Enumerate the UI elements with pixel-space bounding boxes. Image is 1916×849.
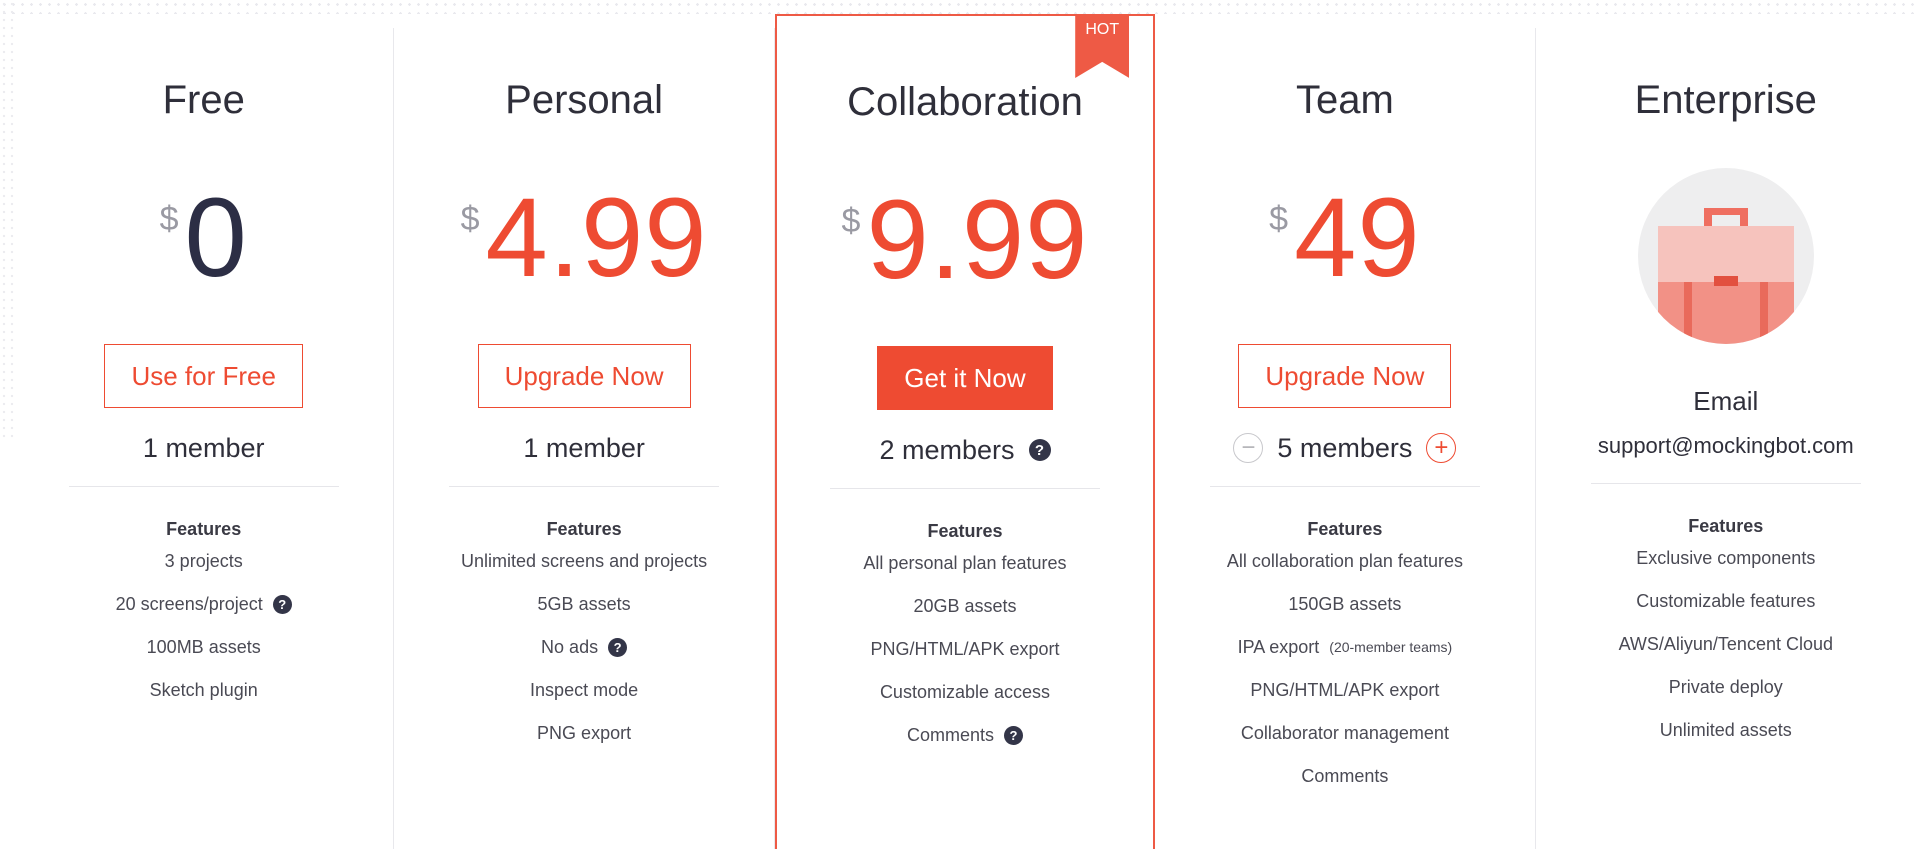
feature-list: Exclusive components Customizable featur…: [1619, 537, 1833, 752]
feature-item: Customizable access: [879, 682, 1051, 702]
features-title: Features: [1307, 519, 1383, 539]
member-count: 1 member: [143, 428, 265, 468]
upgrade-now-button[interactable]: Upgrade Now: [477, 344, 691, 408]
divider: [829, 488, 1100, 489]
get-it-now-button[interactable]: Get it Now: [877, 346, 1053, 410]
feature-item: Private deploy: [1668, 677, 1783, 697]
features-title: Features: [166, 519, 242, 539]
feature-item: Sketch plugin: [149, 680, 258, 700]
question-circle-icon[interactable]: ?: [1004, 726, 1023, 745]
feature-note: (20-member teams): [1329, 639, 1453, 655]
member-count-label: 2 members: [879, 434, 1015, 465]
plan-name: Enterprise: [1634, 78, 1817, 122]
divider: [1209, 486, 1480, 487]
features-title: Features: [1688, 516, 1764, 536]
member-stepper: − 5 members +: [1233, 428, 1457, 468]
use-for-free-button[interactable]: Use for Free: [104, 344, 303, 408]
feature-item: Comments?: [863, 714, 1066, 757]
plan-name: Collaboration: [847, 80, 1083, 124]
feature-item: Customizable features: [1636, 591, 1816, 611]
email-label: Email: [1693, 386, 1759, 416]
feature-item: 150GB assets: [1288, 594, 1402, 614]
feature-item: Unlimited screens and projects: [461, 551, 708, 571]
plan-collaboration: HOT Collaboration $ 9.99 Get it Now 2 me…: [774, 14, 1156, 849]
feature-item: Comments: [1301, 766, 1389, 786]
feature-item: 20GB assets: [913, 596, 1017, 616]
divider: [449, 486, 720, 487]
features-title: Features: [546, 519, 622, 539]
member-count-label: 5 members: [1277, 432, 1413, 463]
question-circle-icon[interactable]: ?: [1028, 439, 1051, 461]
plan-enterprise: Enterprise Email support@mockingbot.com …: [1536, 28, 1916, 849]
feature-item: PNG export: [537, 723, 632, 743]
member-count: 1 member: [523, 428, 645, 468]
briefcase-icon: [1637, 168, 1814, 344]
feature-item: All collaboration plan features: [1226, 551, 1463, 571]
pricing-plans: Free $ 0 Use for Free 1 member Features …: [14, 14, 1916, 849]
minus-circle-icon[interactable]: −: [1233, 433, 1264, 463]
plan-name: Team: [1295, 78, 1394, 122]
question-circle-icon[interactable]: ?: [272, 595, 292, 614]
price: $ 9.99: [842, 184, 1089, 296]
left-dotted-background: [0, 0, 14, 440]
member-count-label: 1 member: [142, 432, 265, 463]
support-email-link[interactable]: support@mockingbot.com: [1598, 433, 1854, 459]
plan-name: Personal: [505, 78, 664, 122]
feature-item: All personal plan features: [863, 553, 1067, 573]
feature-item: 100MB assets: [146, 637, 261, 657]
member-count: 2 members ?: [879, 430, 1051, 470]
hot-badge: HOT: [1075, 16, 1130, 78]
feature-list: Unlimited screens and projects 5GB asset…: [461, 540, 707, 755]
price-amount: 4.99: [485, 175, 708, 300]
currency-symbol: $: [159, 200, 179, 238]
top-dotted-background: [0, 0, 1916, 14]
feature-item: 3 projects: [164, 551, 243, 571]
feature-list: All collaboration plan features 150GB as…: [1227, 540, 1463, 798]
currency-symbol: $: [841, 202, 861, 240]
feature-item: Inspect mode: [530, 680, 639, 700]
plus-circle-icon[interactable]: +: [1426, 433, 1457, 463]
feature-item: PNG/HTML/APK export: [1250, 680, 1440, 700]
plan-free: Free $ 0 Use for Free 1 member Features …: [14, 28, 395, 849]
plan-personal: Personal $ 4.99 Upgrade Now 1 member Fea…: [394, 28, 775, 849]
plan-team: Team $ 49 Upgrade Now − 5 members + Feat…: [1155, 28, 1536, 849]
briefcase-graphic: [1657, 208, 1794, 344]
price: $ 0: [160, 182, 248, 294]
feature-item: No ads?: [461, 626, 707, 669]
question-circle-icon[interactable]: ?: [608, 638, 628, 657]
feature-item: Collaborator management: [1240, 723, 1449, 743]
upgrade-now-button[interactable]: Upgrade Now: [1238, 344, 1452, 408]
feature-item: PNG/HTML/APK export: [870, 639, 1060, 659]
price-amount: 49: [1294, 175, 1421, 300]
feature-item: Unlimited assets: [1659, 720, 1792, 740]
price-amount: 9.99: [866, 177, 1089, 302]
currency-symbol: $: [460, 200, 480, 238]
feature-list: 3 projects 20 screens/project? 100MB ass…: [116, 540, 292, 712]
price-amount: 0: [184, 175, 248, 300]
price: $ 49: [1269, 182, 1421, 294]
plan-name: Free: [162, 78, 245, 122]
divider: [68, 486, 339, 487]
feature-item: 5GB assets: [537, 594, 631, 614]
feature-item: AWS/Aliyun/Tencent Cloud: [1618, 634, 1833, 654]
feature-list: All personal plan features 20GB assets P…: [863, 542, 1067, 757]
price: $ 4.99: [461, 182, 708, 294]
feature-item: 20 screens/project?: [116, 583, 292, 626]
currency-symbol: $: [1269, 200, 1289, 238]
member-count-label: 1 member: [523, 432, 645, 463]
divider: [1590, 483, 1861, 484]
features-title: Features: [927, 521, 1003, 541]
feature-item: IPA export (20-member teams): [1227, 626, 1463, 669]
feature-item: Exclusive components: [1636, 548, 1816, 568]
